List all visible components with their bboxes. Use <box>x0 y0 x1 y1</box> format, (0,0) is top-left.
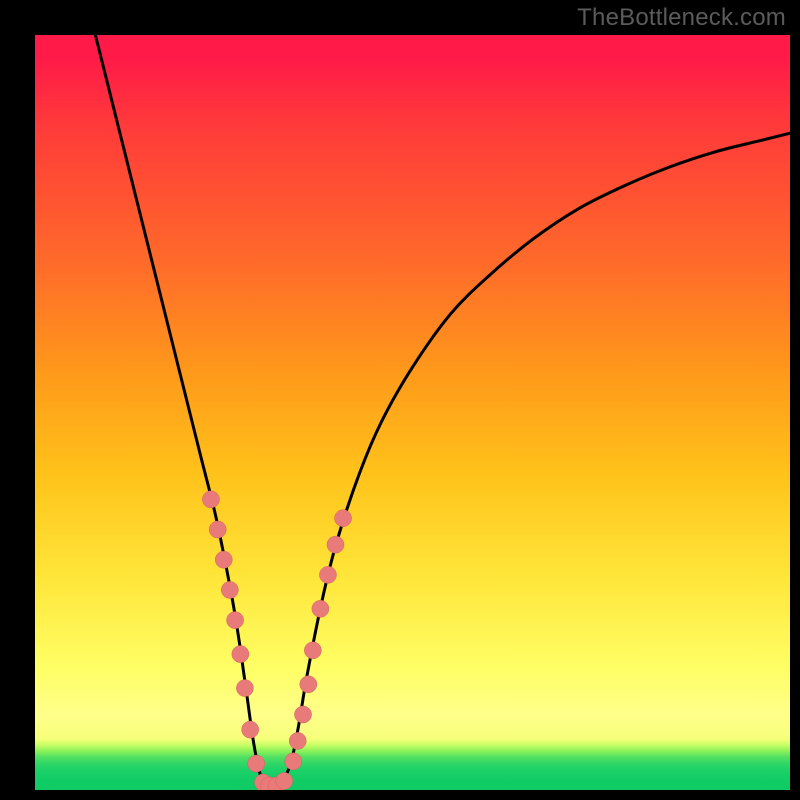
curve-marker <box>221 581 238 598</box>
watermark-text: TheBottleneck.com <box>577 4 786 32</box>
curve-marker <box>312 600 329 617</box>
curve-marker <box>242 721 259 738</box>
chart-frame: TheBottleneck.com <box>0 0 800 800</box>
curve-marker <box>289 732 306 749</box>
curve-marker <box>202 491 219 508</box>
bottleneck-curve <box>95 35 790 787</box>
curve-marker <box>276 772 293 789</box>
curve-marker <box>304 642 321 659</box>
curve-marker <box>227 612 244 629</box>
curve-marker <box>209 521 226 538</box>
curve-marker <box>215 551 232 568</box>
curve-marker <box>335 510 352 527</box>
curve-marker <box>327 536 344 553</box>
curve-marker <box>300 676 317 693</box>
curve-marker <box>285 753 302 770</box>
curve-marker <box>295 706 312 723</box>
curve-marker <box>248 755 265 772</box>
curve-marker <box>319 566 336 583</box>
bottleneck-curve-svg <box>35 35 790 790</box>
curve-marker <box>236 680 253 697</box>
curve-marker <box>232 646 249 663</box>
plot-area <box>35 35 790 790</box>
